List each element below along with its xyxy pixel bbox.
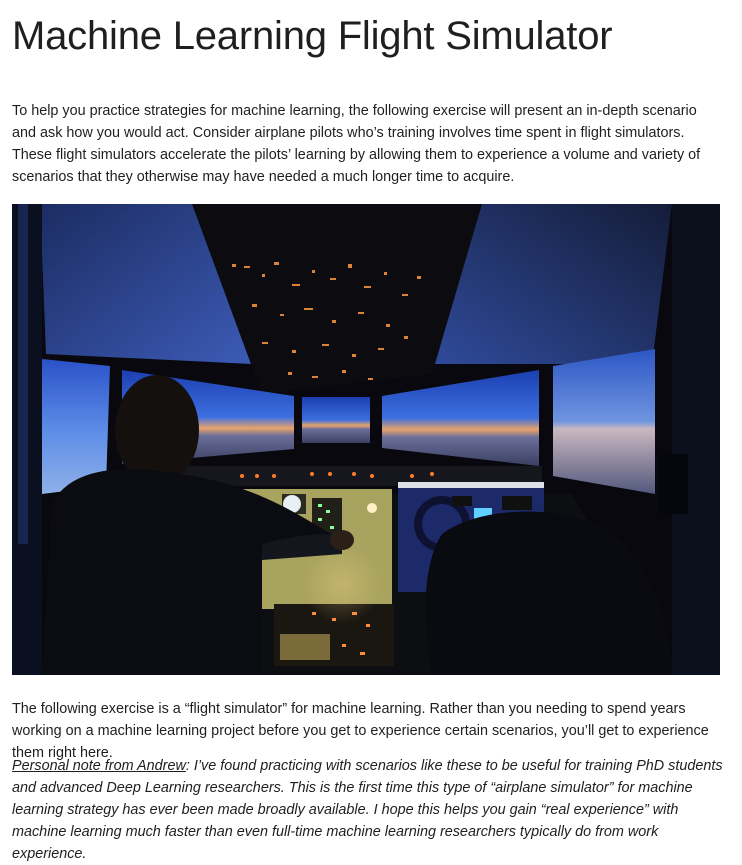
intro-paragraph: To help you practice strategies for mach… (12, 103, 701, 185)
flight-simulator-photo (12, 204, 720, 675)
personal-note: Personal note from Andrew: I’ve found pr… (12, 755, 724, 865)
page-title: Machine Learning Flight Simulator (12, 14, 613, 58)
personal-note-label: Personal note from Andrew (12, 758, 186, 774)
